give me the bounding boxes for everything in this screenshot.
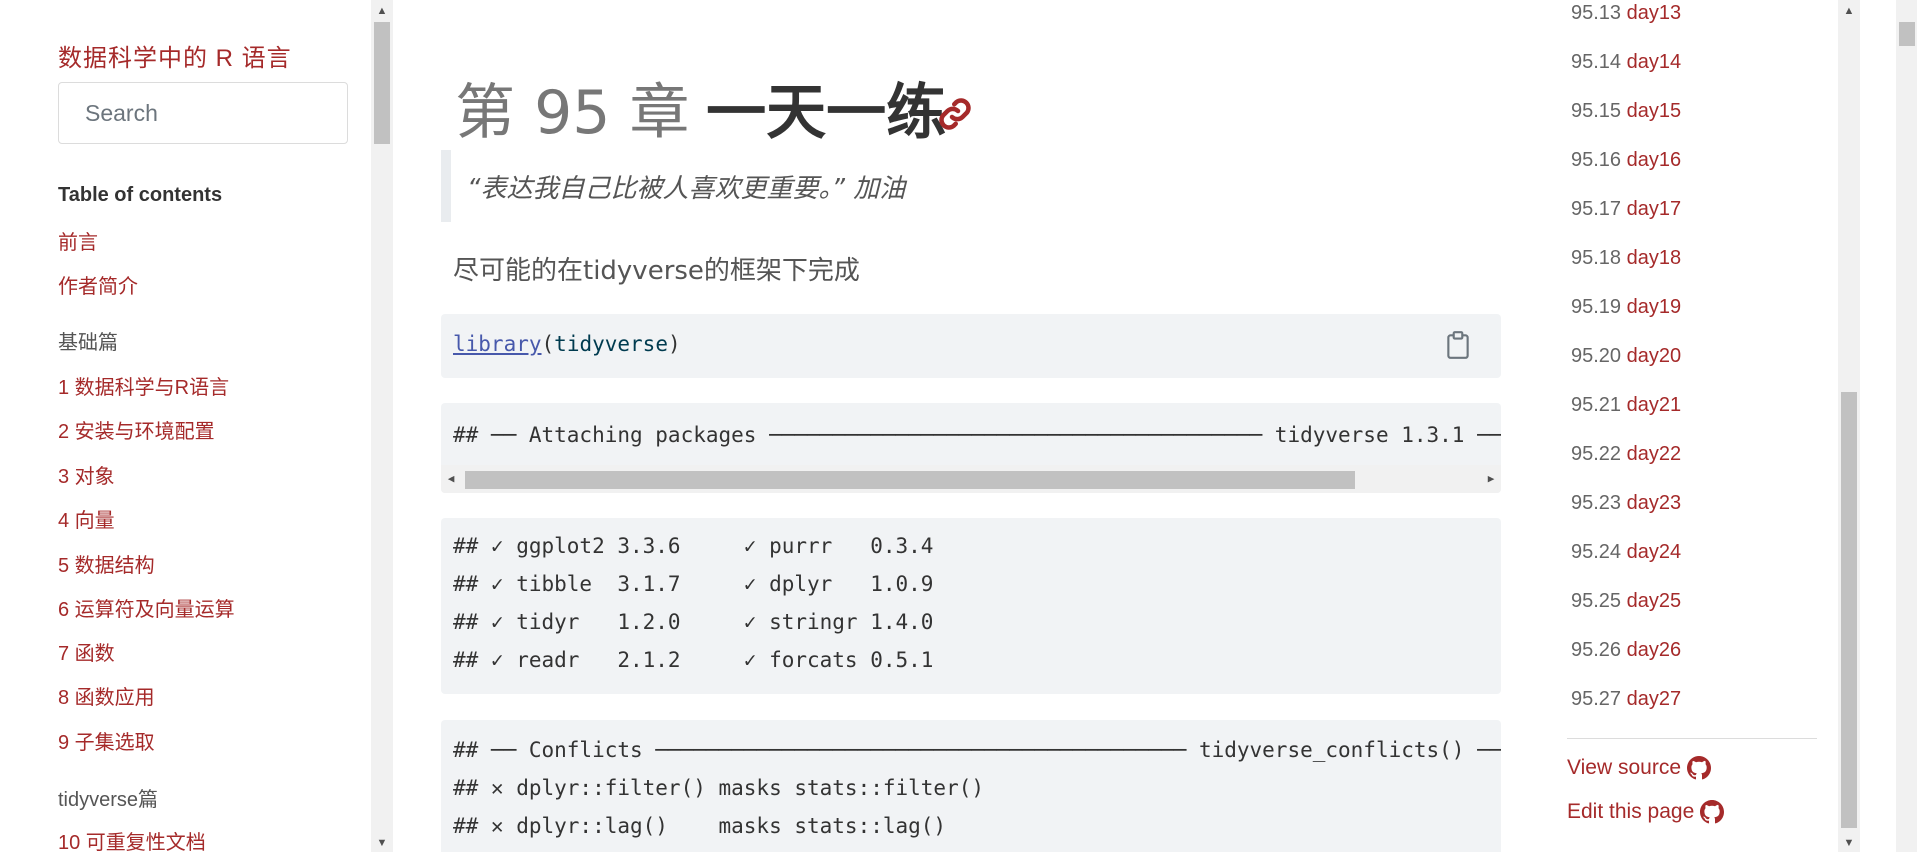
github-icon [1687,756,1712,780]
output-line: ## ── Conflicts ────────────────────────… [453,738,1501,762]
toc-divider [1567,738,1817,739]
code-function-link[interactable]: library [453,332,542,356]
scroll-up-arrow-icon[interactable]: ▲ [1838,2,1860,20]
toc-link-day19[interactable]: 95.19 day19 [1571,296,1681,319]
toc-link-day27[interactable]: 95.27 day27 [1571,688,1681,711]
quote-block: “表达我自己比被人喜欢更重要。” 加油 [441,150,1041,222]
toc-scrollbar[interactable]: ▲ ▼ [1838,0,1860,852]
sidebar-item-ch5[interactable]: 5 数据结构 [58,549,155,578]
search-input[interactable] [58,82,348,144]
sidebar-item-ch6[interactable]: 6 运算符及向量运算 [58,593,235,622]
sidebar-item-ch8[interactable]: 8 函数应用 [58,681,155,710]
toc-link-day22[interactable]: 95.22 day22 [1571,443,1681,466]
scroll-right-arrow-icon[interactable]: ▶ [1481,465,1501,493]
toc-scrollbar-thumb[interactable] [1841,392,1857,828]
chapter-number: 第 95 章 [455,78,690,148]
sidebar-item-ch2[interactable]: 2 安装与环境配置 [58,415,215,444]
output-conflicts-block: ## ── Conflicts ────────────────────────… [441,720,1501,852]
scroll-down-arrow-icon[interactable]: ▼ [371,834,393,852]
view-source-link[interactable]: View source [1567,756,1712,780]
book-title[interactable]: 数据科学中的 R 语言 [58,38,292,73]
edit-page-link[interactable]: Edit this page [1567,800,1725,824]
main-content: 第 95 章 一天一练 “表达我自己比被人喜欢更重要。” 加油 尽可能的在tid… [395,0,1525,852]
output-line: ## ✓ tidyr 1.2.0 ✓ stringr 1.4.0 [453,610,934,634]
sidebar-scrollbar[interactable]: ▲ ▼ [371,0,393,852]
toc-link-day21[interactable]: 95.21 day21 [1571,394,1681,417]
code-block: library(tidyverse) [441,314,1501,378]
toc-link-day26[interactable]: 95.26 day26 [1571,639,1681,662]
toc-link-day17[interactable]: 95.17 day17 [1571,198,1681,221]
scroll-up-arrow-icon[interactable]: ▲ [371,2,393,20]
toc-link-day16[interactable]: 95.16 day16 [1571,149,1681,172]
quote-text: “表达我自己比被人喜欢更重要。” 加油 [467,173,906,204]
page-scrollbar[interactable] [1896,0,1917,852]
sidebar-item-ch10[interactable]: 10 可重复性文档 [58,826,206,852]
chapter-name: 一天一练 [706,78,947,148]
clipboard-icon[interactable] [1445,330,1471,360]
sidebar-item-author[interactable]: 作者简介 [58,270,138,299]
sidebar-part-tidyverse: tidyverse篇 [58,789,159,811]
output-line: ## ✓ ggplot2 3.3.6 ✓ purrr 0.3.4 [453,534,934,558]
sidebar-item-ch9[interactable]: 9 子集选取 [58,726,155,755]
page-title: 第 95 章 一天一练 [455,64,946,151]
page-scrollbar-thumb[interactable] [1899,22,1915,46]
code-horizontal-scrollbar[interactable]: ◀ ▶ [441,465,1501,493]
toc-link-day15[interactable]: 95.15 day15 [1571,100,1681,123]
link-icon[interactable] [937,96,973,132]
code-argument: tidyverse [554,332,668,356]
github-icon [1700,800,1725,824]
scroll-left-arrow-icon[interactable]: ◀ [441,465,461,493]
toc-link-day14[interactable]: 95.14 day14 [1571,51,1681,74]
toc-link-day18[interactable]: 95.18 day18 [1571,247,1681,270]
output-line: ## ── Attaching packages ───────────────… [453,423,1501,447]
intro-paragraph: 尽可能的在tidyverse的框架下完成 [453,256,860,286]
output-attach-block: ## ── Attaching packages ───────────────… [441,403,1501,493]
sidebar-item-ch4[interactable]: 4 向量 [58,504,115,533]
toc-link-day20[interactable]: 95.20 day20 [1571,345,1681,368]
sidebar-item-preface[interactable]: 前言 [58,226,98,255]
sidebar: 数据科学中的 R 语言 Table of contents 前言 作者简介 基础… [0,0,370,852]
sidebar-item-ch7[interactable]: 7 函数 [58,637,115,666]
toc-link-day13[interactable]: 95.13 day13 [1571,2,1681,25]
toc-link-day24[interactable]: 95.24 day24 [1571,541,1681,564]
toc-heading: Table of contents [58,184,223,206]
sidebar-scrollbar-thumb[interactable] [374,22,390,144]
toc-link-day25[interactable]: 95.25 day25 [1571,590,1681,613]
horizontal-scrollbar-thumb[interactable] [465,471,1355,489]
sidebar-item-ch1[interactable]: 1 数据科学与R语言 [58,371,229,400]
output-line: ## ✕ dplyr::lag() masks stats::lag() [453,814,947,838]
code-line: library(tidyverse) [453,332,681,356]
toc-link-day23[interactable]: 95.23 day23 [1571,492,1681,515]
page-toc: 95.13 day13 95.14 day14 95.15 day15 95.1… [1565,0,1845,852]
output-line: ## ✓ readr 2.1.2 ✓ forcats 0.5.1 [453,648,934,672]
output-packages-block: ## ✓ ggplot2 3.3.6 ✓ purrr 0.3.4 ## ✓ ti… [441,518,1501,694]
sidebar-item-ch3[interactable]: 3 对象 [58,460,115,489]
output-line: ## ✓ tibble 3.1.7 ✓ dplyr 1.0.9 [453,572,934,596]
sidebar-part-basics: 基础篇 [58,332,118,354]
output-line: ## ✕ dplyr::filter() masks stats::filter… [453,776,985,800]
scroll-down-arrow-icon[interactable]: ▼ [1838,834,1860,852]
